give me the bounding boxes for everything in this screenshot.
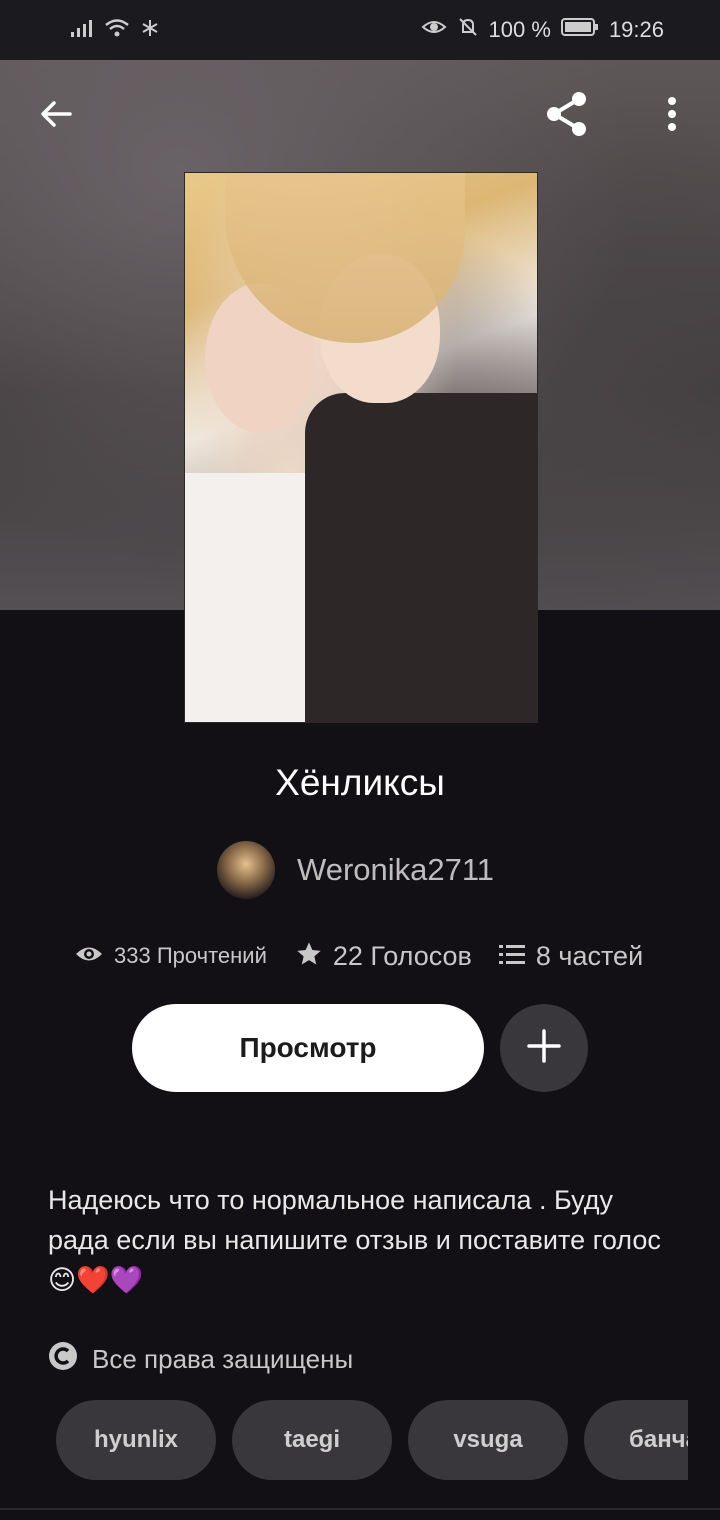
copyright-text: Все права защищены	[92, 1343, 354, 1374]
status-right: 100 % 19:26	[421, 16, 664, 44]
parts-stat: 8 частей	[498, 941, 643, 972]
list-icon	[498, 942, 526, 971]
reads-count: 333 Прочтений	[114, 943, 267, 968]
tags-list: hyunlixtaegivsugaбанча	[56, 1400, 688, 1480]
arrow-left-icon	[38, 96, 74, 137]
votes-count: 22 Голосов	[332, 940, 472, 971]
bluetooth-icon	[140, 18, 160, 44]
parts-count: 8 частей	[535, 940, 644, 971]
story-cover-image	[184, 172, 538, 723]
story-title: Хёнликсы	[275, 762, 445, 803]
author-name: Weronika2711	[297, 852, 495, 887]
status-bar: 100 % 19:26	[0, 0, 720, 60]
reads-stat: 333 Прочтений	[74, 943, 267, 970]
divider	[0, 1508, 720, 1510]
status-left	[70, 18, 160, 44]
story-stats: 333 Прочтений 22 Голосов 8 частей	[74, 934, 643, 978]
tag-chip[interactable]: банча	[584, 1400, 688, 1480]
clock: 19:26	[608, 17, 664, 42]
copyright-row: Все права защищены	[48, 1340, 353, 1378]
share-icon	[542, 89, 592, 144]
share-button[interactable]	[539, 88, 595, 144]
battery-percent: 100 %	[488, 17, 551, 42]
description-text: Надеюсь что то нормальное написала . Буд…	[48, 1185, 661, 1255]
plus-icon	[526, 1028, 562, 1069]
battery-icon	[560, 17, 599, 43]
add-to-library-button[interactable]	[500, 1004, 588, 1092]
votes-stat: 22 Голосов	[295, 940, 472, 973]
mute-icon	[457, 16, 479, 44]
copyright-icon	[48, 1341, 78, 1378]
tag-chip[interactable]: taegi	[232, 1400, 392, 1480]
signal-icon	[70, 18, 94, 44]
view-button[interactable]: Просмотр	[132, 1004, 484, 1092]
more-options-button[interactable]	[644, 88, 700, 144]
description-emoji: 😊❤️💜	[48, 1265, 144, 1296]
eye-comfort-icon	[421, 17, 447, 43]
tag-chip[interactable]: hyunlix	[56, 1400, 216, 1480]
star-icon	[295, 940, 323, 973]
wifi-icon	[104, 18, 130, 44]
story-description: Надеюсь что то нормальное написала . Буд…	[48, 1180, 678, 1301]
author-avatar	[217, 841, 275, 899]
more-vertical-icon	[666, 96, 678, 137]
eye-icon	[74, 943, 104, 970]
tag-chip[interactable]: vsuga	[408, 1400, 568, 1480]
author-link[interactable]: Weronika2711	[217, 840, 494, 900]
back-button[interactable]	[28, 88, 84, 144]
